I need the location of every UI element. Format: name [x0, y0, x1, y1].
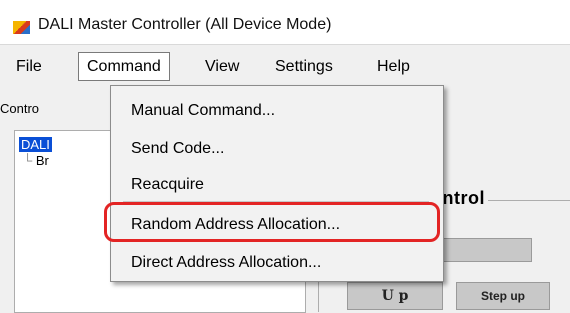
up-button[interactable]: U p — [347, 282, 443, 310]
command-menu-dropdown: Manual Command... Send Code... Reacquire… — [110, 85, 444, 282]
menu-settings[interactable]: Settings — [275, 55, 333, 79]
menu-bar: File Command View Settings Help — [0, 45, 570, 85]
controller-label: Contro — [0, 101, 40, 116]
tree-node-child[interactable]: └ Br — [23, 153, 49, 168]
menu-help[interactable]: Help — [377, 55, 410, 79]
menu-item-direct-address-allocation[interactable]: Direct Address Allocation... — [131, 252, 321, 274]
menu-item-send-code[interactable]: Send Code... — [131, 138, 224, 160]
tree-node-child-label: Br — [35, 153, 49, 168]
menu-file[interactable]: File — [16, 55, 42, 79]
menu-command[interactable]: Command — [78, 52, 170, 81]
window-title: DALI Master Controller (All Device Mode) — [38, 16, 332, 33]
title-bar: DALI Master Controller (All Device Mode) — [0, 0, 570, 45]
step-up-button[interactable]: Step up — [456, 282, 550, 310]
dali-app-icon — [13, 21, 30, 34]
tree-node-dali[interactable]: DALI — [18, 136, 53, 153]
menu-item-manual-command[interactable]: Manual Command... — [131, 100, 275, 122]
tree-connector-icon: └ — [23, 153, 33, 168]
highlight-annotation — [104, 202, 440, 242]
menu-view[interactable]: View — [205, 55, 239, 79]
menu-item-reacquire[interactable]: Reacquire — [131, 174, 204, 196]
